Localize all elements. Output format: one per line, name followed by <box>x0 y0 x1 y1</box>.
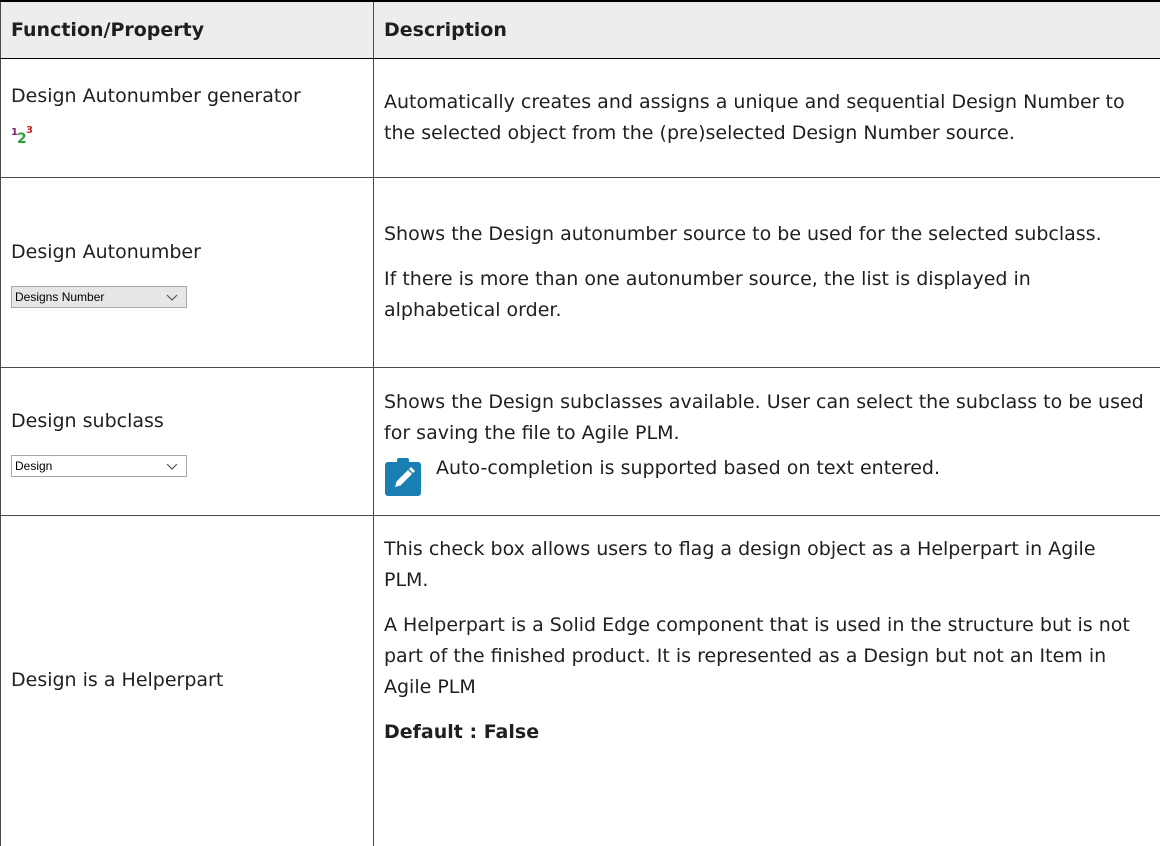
default-value-text: Default : False <box>384 717 1146 748</box>
function-label: Design is a Helperpart <box>11 665 363 696</box>
description-text: Shows the Design autonumber source to be… <box>384 219 1146 250</box>
description-cell: This check box allows users to flag a de… <box>374 516 1160 846</box>
dropdown-value: Design <box>15 456 52 476</box>
properties-table: Function/Property Description Design Aut… <box>0 0 1160 846</box>
description-text: A Helperpart is a Solid Edge component t… <box>384 610 1146 703</box>
description-text: Automatically creates and assigns a uniq… <box>384 87 1146 149</box>
note-text: Auto-completion is supported based on te… <box>436 453 940 484</box>
table-row: Design is a Helperpart This check box al… <box>1 516 1160 846</box>
autonumber-icon[interactable]: 1 2 3 <box>11 126 33 146</box>
table-row: Design Autonumber Designs Number Shows t… <box>1 178 1160 368</box>
note: Auto-completion is supported based on te… <box>384 453 1146 497</box>
table-header-row: Function/Property Description <box>1 1 1160 59</box>
description-cell: Shows the Design autonumber source to be… <box>374 178 1160 368</box>
function-label: Design Autonumber generator <box>11 81 363 112</box>
chevron-down-icon <box>166 292 178 302</box>
function-cell: Design subclass Design <box>1 368 374 516</box>
description-cell: Automatically creates and assigns a uniq… <box>374 59 1160 178</box>
dropdown-value: Designs Number <box>15 287 104 307</box>
description-text: This check box allows users to flag a de… <box>384 534 1146 596</box>
chevron-down-icon <box>166 461 178 471</box>
function-cell: Design Autonumber Designs Number <box>1 178 374 368</box>
description-text: If there is more than one autonumber sou… <box>384 264 1146 326</box>
description-cell: Shows the Design subclasses available. U… <box>374 368 1160 516</box>
table-row: Design subclass Design Shows the Design … <box>1 368 1160 516</box>
description-text: Shows the Design subclasses available. U… <box>384 387 1146 449</box>
design-subclass-dropdown[interactable]: Design <box>11 455 187 477</box>
pencil-note-icon <box>384 457 422 497</box>
header-description: Description <box>374 1 1160 59</box>
table-row: Design Autonumber generator 1 2 3 Automa… <box>1 59 1160 178</box>
design-autonumber-dropdown[interactable]: Designs Number <box>11 286 187 308</box>
function-cell: Design Autonumber generator 1 2 3 <box>1 59 374 178</box>
header-function: Function/Property <box>1 1 374 59</box>
function-label: Design subclass <box>11 406 363 437</box>
function-label: Design Autonumber <box>11 237 363 268</box>
function-cell: Design is a Helperpart <box>1 516 374 846</box>
